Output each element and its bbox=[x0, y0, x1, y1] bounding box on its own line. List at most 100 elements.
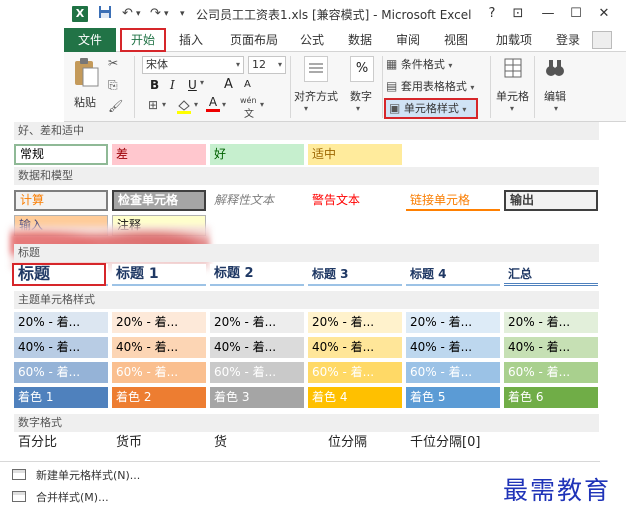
style-accent_20-5[interactable]: 20% - 着... bbox=[406, 312, 500, 333]
style-accent_full-5[interactable]: 着色 5 bbox=[406, 387, 500, 408]
style-accent_20-1[interactable]: 20% - 着... bbox=[14, 312, 108, 333]
phonetic-guide-button[interactable]: wén bbox=[240, 96, 257, 105]
underline-button[interactable]: U bbox=[188, 78, 197, 92]
fill-dropdown-icon[interactable]: ▾ bbox=[194, 100, 198, 109]
underline-dropdown-icon[interactable]: ▾ bbox=[200, 78, 204, 87]
style-good-bad-2[interactable]: 好 bbox=[210, 144, 304, 165]
style-accent_60-2[interactable]: 60% - 着... bbox=[112, 362, 206, 383]
style-accent_60-6[interactable]: 60% - 着... bbox=[504, 362, 598, 383]
font-size-select[interactable]: 12 ▾ bbox=[248, 56, 286, 74]
editing-label[interactable]: 编辑 bbox=[544, 88, 566, 104]
style-number-2[interactable]: 货 bbox=[210, 433, 302, 454]
font-color-icon[interactable]: A bbox=[206, 96, 220, 112]
paste-icon[interactable] bbox=[72, 56, 102, 92]
find-binoculars-icon[interactable] bbox=[544, 56, 568, 82]
style-data-model-4[interactable]: 链接单元格 bbox=[406, 190, 500, 211]
customize-qat-icon[interactable]: ▾ bbox=[180, 5, 185, 23]
undo-icon[interactable]: ↶ bbox=[122, 5, 133, 23]
fill-color-icon[interactable] bbox=[176, 98, 192, 117]
style-accent_20-3[interactable]: 20% - 着... bbox=[210, 312, 304, 333]
style-accent_full-4[interactable]: 着色 4 bbox=[308, 387, 402, 408]
close-button[interactable]: ✕ bbox=[594, 4, 614, 24]
style-accent_40-2[interactable]: 40% - 着... bbox=[112, 337, 206, 358]
maximize-button[interactable]: ☐ bbox=[566, 4, 586, 24]
style-accent_40-6[interactable]: 40% - 着... bbox=[504, 337, 598, 358]
redo-dropdown-icon[interactable]: ▾ bbox=[164, 5, 169, 23]
style-good-bad-3[interactable]: 适中 bbox=[308, 144, 402, 165]
style-good-bad-0[interactable]: 常规 bbox=[14, 144, 108, 165]
alignment-icon[interactable] bbox=[304, 56, 328, 82]
style-data-model-3[interactable]: 警告文本 bbox=[308, 190, 402, 211]
style-accent_60-1[interactable]: 60% - 着... bbox=[14, 362, 108, 383]
number-dropdown-icon[interactable]: ▾ bbox=[356, 104, 360, 113]
tab-view[interactable]: 视图 bbox=[436, 28, 476, 52]
undo-dropdown-icon[interactable]: ▾ bbox=[136, 5, 141, 23]
copy-icon[interactable]: ⎘ bbox=[108, 78, 118, 93]
ribbon-display-icon[interactable]: ⊡ bbox=[508, 4, 528, 24]
tab-data[interactable]: 数据 bbox=[340, 28, 380, 52]
style-data-model-1[interactable]: 检查单元格 bbox=[112, 190, 206, 211]
style-title-1[interactable]: 标题 1 bbox=[112, 264, 206, 286]
style-accent_20-4[interactable]: 20% - 着... bbox=[308, 312, 402, 333]
style-good-bad-1[interactable]: 差 bbox=[112, 144, 206, 165]
style-title-2[interactable]: 标题 2 bbox=[210, 264, 304, 286]
style-accent_full-1[interactable]: 着色 1 bbox=[14, 387, 108, 408]
style-title-4[interactable]: 标题 4 bbox=[406, 264, 500, 286]
editing-dropdown-icon[interactable]: ▾ bbox=[554, 104, 558, 113]
style-accent_40-1[interactable]: 40% - 着... bbox=[14, 337, 108, 358]
style-accent_20-6[interactable]: 20% - 着... bbox=[504, 312, 598, 333]
tab-review[interactable]: 审阅 bbox=[388, 28, 428, 52]
style-data-model-5[interactable]: 输出 bbox=[504, 190, 598, 211]
tab-file[interactable]: 文件 bbox=[64, 28, 116, 52]
minimize-button[interactable]: — bbox=[538, 4, 558, 24]
save-icon[interactable] bbox=[98, 5, 112, 25]
style-accent_40-4[interactable]: 40% - 着... bbox=[308, 337, 402, 358]
user-avatar-icon[interactable] bbox=[592, 31, 612, 49]
alignment-label[interactable]: 对齐方式 bbox=[294, 88, 338, 104]
tab-insert[interactable]: 插入 bbox=[170, 28, 212, 52]
conditional-format-button[interactable]: ▦ 条件格式 ▾ bbox=[386, 56, 452, 72]
style-number-1[interactable]: 货币 bbox=[112, 433, 204, 454]
tab-formulas[interactable]: 公式 bbox=[292, 28, 332, 52]
phonetic-dropdown-icon[interactable]: ▾ bbox=[260, 100, 264, 109]
cell-styles-button[interactable]: ▣ 单元格样式 ▾ bbox=[384, 98, 478, 119]
italic-button[interactable]: I bbox=[170, 78, 175, 92]
format-painter-icon[interactable]: 🖌 bbox=[108, 99, 123, 113]
style-accent_40-5[interactable]: 40% - 着... bbox=[406, 337, 500, 358]
style-accent_20-2[interactable]: 20% - 着... bbox=[112, 312, 206, 333]
style-accent_60-5[interactable]: 60% - 着... bbox=[406, 362, 500, 383]
style-accent_60-4[interactable]: 60% - 着... bbox=[308, 362, 402, 383]
style-accent_60-3[interactable]: 60% - 着... bbox=[210, 362, 304, 383]
grow-font-button[interactable]: A bbox=[224, 77, 233, 92]
merge-styles-item[interactable]: 合并样式(M)... bbox=[12, 489, 109, 505]
tab-home[interactable]: 开始 bbox=[120, 28, 166, 52]
cells-label[interactable]: 单元格 bbox=[496, 88, 529, 104]
style-number-4[interactable]: 千位分隔[0] bbox=[406, 433, 516, 454]
style-accent_full-3[interactable]: 着色 3 bbox=[210, 387, 304, 408]
font-name-select[interactable]: 宋体 ▾ bbox=[142, 56, 244, 74]
paste-label[interactable]: 粘贴 bbox=[74, 94, 96, 110]
redo-icon[interactable]: ↷ bbox=[150, 5, 161, 23]
sign-in-link[interactable]: 登录 bbox=[548, 28, 588, 52]
style-number-0[interactable]: 百分比 bbox=[14, 433, 106, 454]
borders-icon[interactable]: ⊞ bbox=[148, 98, 158, 112]
number-label[interactable]: 数字 bbox=[350, 88, 372, 104]
tab-addins[interactable]: 加载项 bbox=[488, 28, 540, 52]
help-button[interactable]: ? bbox=[482, 4, 502, 24]
style-accent_40-3[interactable]: 40% - 着... bbox=[210, 337, 304, 358]
font-color-dropdown-icon[interactable]: ▾ bbox=[222, 100, 226, 109]
cells-icon[interactable] bbox=[502, 56, 526, 82]
style-number-3[interactable]: 位分隔 bbox=[324, 433, 416, 454]
style-data-model-2[interactable]: 解释性文本 bbox=[210, 190, 304, 211]
format-as-table-button[interactable]: ▤ 套用表格格式 ▾ bbox=[386, 78, 474, 94]
style-accent_full-2[interactable]: 着色 2 bbox=[112, 387, 206, 408]
cut-icon[interactable]: ✂ bbox=[108, 56, 118, 70]
number-format-icon[interactable]: % bbox=[350, 56, 374, 82]
style-title-3[interactable]: 标题 3 bbox=[308, 264, 402, 286]
style-title-5[interactable]: 汇总 bbox=[504, 264, 598, 286]
style-accent_full-6[interactable]: 着色 6 bbox=[504, 387, 598, 408]
shrink-font-button[interactable]: A bbox=[244, 79, 251, 90]
cells-dropdown-icon[interactable]: ▾ bbox=[510, 104, 514, 113]
bold-button[interactable]: B bbox=[150, 78, 159, 92]
alignment-dropdown-icon[interactable]: ▾ bbox=[304, 104, 308, 113]
